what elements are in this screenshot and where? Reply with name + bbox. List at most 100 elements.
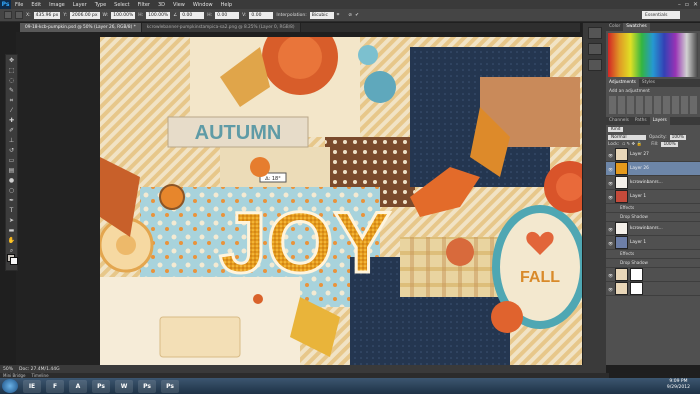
cancel-transform-icon[interactable]: ⊘ — [348, 13, 352, 18]
workspace-select[interactable]: Essentials — [642, 11, 680, 19]
close-icon[interactable]: ✕ — [693, 1, 698, 8]
hand-tool-icon[interactable]: ✋ — [7, 236, 16, 245]
history-panel-icon[interactable] — [588, 27, 602, 39]
interpolation-select[interactable]: Bicubic — [309, 11, 334, 19]
marquee-tool-icon[interactable]: ⬚ — [7, 66, 16, 75]
eraser-tool-icon[interactable]: ▭ — [7, 156, 16, 165]
eyedropper-tool-icon[interactable]: ⁄ — [7, 106, 16, 115]
properties-panel-icon[interactable] — [588, 43, 602, 55]
taskbar-acrobat-icon[interactable]: A — [69, 379, 87, 393]
taskbar-photoshop-icon-2[interactable]: Ps — [138, 379, 156, 393]
eye-icon[interactable]: 👁 — [608, 287, 613, 292]
brush-tool-icon[interactable]: ✐ — [7, 126, 16, 135]
warp-icon[interactable]: ⌗ — [337, 12, 340, 18]
document-canvas[interactable]: AUTUMN JOY ∆: 18° FALL — [100, 37, 582, 365]
layer-row[interactable]: 👁 — [606, 282, 700, 296]
background-color-swatch[interactable] — [10, 257, 18, 265]
tab-swatches[interactable]: Swatches — [623, 23, 650, 31]
eye-icon[interactable]: 👁 — [608, 227, 613, 232]
eye-icon[interactable]: 👁 — [608, 153, 613, 158]
w-field[interactable]: 100.00% — [111, 11, 136, 19]
blend-mode-select[interactable]: Normal — [608, 135, 646, 140]
menu-image[interactable]: Image — [45, 2, 69, 8]
taskbar-folder-icon[interactable]: F — [46, 379, 64, 393]
tab-styles[interactable]: Styles — [639, 79, 658, 87]
reference-point-icon[interactable] — [15, 11, 23, 19]
layer-name: Layer 1 — [630, 240, 647, 245]
tab-channels[interactable]: Channels — [606, 117, 632, 125]
shape-tool-icon[interactable]: ▬ — [7, 226, 16, 235]
gradient-tool-icon[interactable]: ▤ — [7, 166, 16, 175]
menu-type[interactable]: Type — [91, 2, 110, 8]
taskbar-word-icon[interactable]: W — [115, 379, 133, 393]
h-field[interactable]: 100.00% — [146, 11, 171, 19]
history-brush-icon[interactable]: ↺ — [7, 146, 16, 155]
tab-color[interactable]: Color — [606, 23, 623, 31]
fill-field[interactable]: 100% — [661, 142, 678, 147]
minimize-icon[interactable]: – — [678, 1, 681, 8]
tab-adjustments[interactable]: Adjustments — [606, 79, 639, 87]
blend-row: Normal Opacity: 100% — [606, 134, 700, 141]
h-skew-field[interactable]: 0.00 — [215, 11, 240, 19]
v-skew-field[interactable]: 0.00 — [249, 11, 274, 19]
taskbar-photoshop-icon-3[interactable]: Ps — [161, 379, 179, 393]
path-select-icon[interactable]: ➤ — [7, 216, 16, 225]
layer-row[interactable]: 👁 kcrowinbanrs... — [606, 176, 700, 190]
zoom-level[interactable]: 50% — [3, 367, 13, 372]
pen-tool-icon[interactable]: ✒ — [7, 196, 16, 205]
system-clock[interactable]: 9:09 PM 9/29/2012 — [667, 379, 690, 391]
taskbar-photoshop-icon[interactable]: Ps — [92, 379, 110, 393]
lasso-tool-icon[interactable]: ◌ — [7, 76, 16, 85]
layer-row[interactable]: 👁 Layer 1 — [606, 190, 700, 204]
tab-banner-png[interactable]: kcrowlebanner-pumpkinstampica-sa2.png @ … — [141, 23, 301, 32]
start-button[interactable] — [2, 379, 18, 393]
healing-tool-icon[interactable]: ✚ — [7, 116, 16, 125]
taskbar-ie-icon[interactable]: IE — [23, 379, 41, 393]
maximize-icon[interactable]: ▫ — [685, 1, 689, 8]
layer-row[interactable]: 👁 — [606, 268, 700, 282]
menu-layer[interactable]: Layer — [69, 2, 91, 8]
tab-pumpkin-psd[interactable]: 09-18-kcb-pumpkin.psd @ 50% (Layer 26, R… — [20, 23, 142, 32]
menu-window[interactable]: Window — [189, 2, 217, 8]
workspace-background — [16, 32, 100, 365]
info-panel-icon[interactable] — [588, 59, 602, 71]
adjustments-tabs: Adjustments Styles — [606, 79, 700, 87]
eye-icon[interactable]: 👁 — [608, 273, 613, 278]
tab-paths[interactable]: Paths — [632, 117, 650, 125]
options-bar: X: 435.96 px Y: 2006.00 px W: 100.00% H:… — [0, 9, 700, 22]
menu-filter[interactable]: Filter — [134, 2, 154, 8]
eye-icon[interactable]: 👁 — [608, 181, 613, 186]
opacity-field[interactable]: 100% — [669, 135, 686, 140]
menu-view[interactable]: View — [169, 2, 189, 8]
stamp-tool-icon[interactable]: ⊥ — [7, 136, 16, 145]
menu-file[interactable]: File — [11, 2, 27, 8]
layer-row[interactable]: 👁 Layer 1 — [606, 236, 700, 250]
blur-tool-icon[interactable]: ● — [7, 176, 16, 185]
lock-icons[interactable]: ▫ ✎ ✥ 🔒 — [622, 142, 648, 147]
transform-tool-icon[interactable] — [4, 11, 12, 19]
type-tool-icon[interactable]: T — [7, 206, 16, 215]
y-field[interactable]: 2006.00 px — [69, 11, 100, 19]
eye-icon[interactable]: 👁 — [608, 195, 613, 200]
commit-transform-icon[interactable]: ✔ — [355, 13, 359, 18]
kind-select[interactable]: Kind — [608, 127, 624, 132]
quick-select-tool-icon[interactable]: ✎ — [7, 86, 16, 95]
menu-select[interactable]: Select — [110, 2, 133, 8]
move-tool-icon[interactable]: ✥ — [7, 56, 16, 65]
adjustment-icons[interactable] — [609, 96, 697, 114]
x-field[interactable]: 435.96 px — [33, 11, 61, 19]
eye-icon[interactable]: 👁 — [608, 167, 613, 172]
angle-field[interactable]: 0.00 — [180, 11, 205, 19]
dodge-tool-icon[interactable]: ○ — [7, 186, 16, 195]
tab-layers[interactable]: Layers — [649, 117, 670, 125]
layer-row[interactable]: 👁 kcrowinbanrs... — [606, 222, 700, 236]
layer-row-selected[interactable]: 👁 Layer 26 — [606, 162, 700, 176]
layer-row[interactable]: 👁 Layer 27 — [606, 148, 700, 162]
eye-icon[interactable]: 👁 — [608, 241, 613, 246]
menu-3d[interactable]: 3D — [154, 2, 169, 8]
crop-tool-icon[interactable]: ⌗ — [7, 96, 16, 105]
swatches-grid[interactable] — [608, 33, 698, 77]
menu-edit[interactable]: Edit — [27, 2, 45, 8]
x-label: X: — [26, 12, 31, 18]
menu-help[interactable]: Help — [217, 2, 236, 8]
